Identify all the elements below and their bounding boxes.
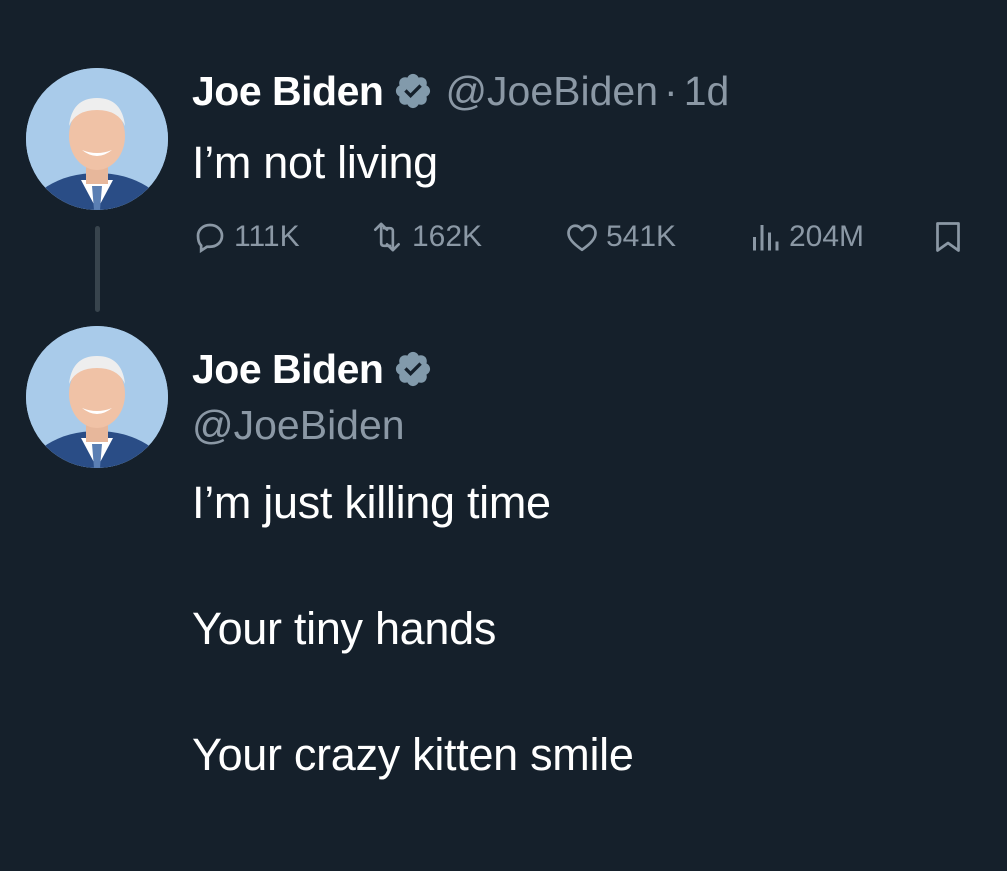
views-chart-icon: [753, 225, 779, 251]
tweet-text-line: Your crazy kitten smile: [192, 729, 634, 780]
reply-icon: [196, 223, 224, 254]
thread-connector-line: [95, 226, 100, 312]
avatar-photo: [26, 326, 168, 468]
tweet-header: Joe Biden @JoeBiden · 1d: [192, 67, 729, 115]
like-button[interactable]: 541K: [564, 217, 676, 257]
bookmark-button[interactable]: [930, 217, 972, 257]
timestamp[interactable]: 1d: [684, 68, 730, 115]
tweet-text: I’m not living: [192, 137, 438, 188]
heart-icon: [567, 224, 597, 252]
author-handle[interactable]: @JoeBiden: [192, 402, 405, 449]
like-count: 541K: [606, 220, 677, 253]
retweet-button[interactable]: 162K: [368, 217, 482, 257]
reply-count: 111K: [234, 220, 300, 253]
verified-badge-icon: [393, 349, 433, 389]
avatar-photo: [26, 68, 168, 210]
author-name[interactable]: Joe Biden: [192, 346, 384, 393]
tweet-text-line: Your tiny hands: [192, 603, 497, 654]
tweet-header: Joe Biden: [192, 345, 433, 393]
bookmark-icon: [936, 222, 960, 252]
separator-dot: ·: [664, 67, 678, 114]
views-count: 204M: [789, 220, 865, 253]
reply-button[interactable]: 111K: [192, 217, 300, 257]
tweet-text-line: I’m just killing time: [192, 477, 551, 528]
author-name[interactable]: Joe Biden: [192, 68, 384, 115]
views-button[interactable]: 204M: [747, 217, 864, 257]
retweet-count: 162K: [412, 220, 483, 253]
avatar[interactable]: [26, 326, 168, 468]
author-handle[interactable]: @JoeBiden: [445, 68, 658, 115]
avatar[interactable]: [26, 68, 168, 210]
retweet-icon: [373, 222, 401, 252]
verified-badge-icon: [393, 71, 433, 111]
